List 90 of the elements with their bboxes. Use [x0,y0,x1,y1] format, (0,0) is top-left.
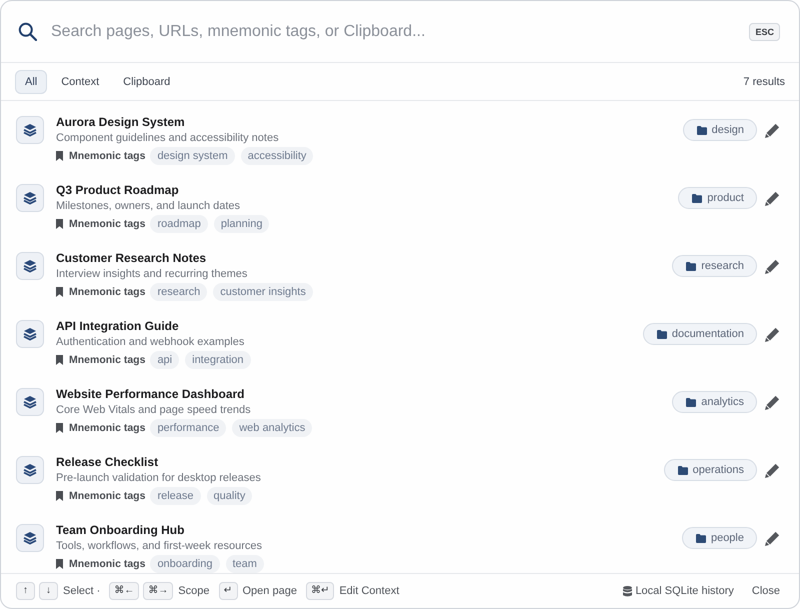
keyboard-key: ⌘↵ [306,582,334,600]
search-icon [18,22,37,41]
folder-button[interactable]: research [672,255,757,277]
bookmark-icon [56,219,63,229]
mnemonic-tag: api [150,351,180,369]
folder-button[interactable]: operations [664,459,757,481]
result-title: Q3 Product Roadmap [56,182,180,198]
folder-icon [678,466,688,474]
layers-icon [16,116,44,144]
keyboard-key: ↓ [39,582,58,600]
filter-tab[interactable]: All [15,70,48,94]
folder-icon [692,194,702,202]
result-description: Component guidelines and accessibility notes [56,131,280,146]
mnemonic-tag: accessibility [240,147,314,165]
bookmark-icon [56,355,63,365]
result-description: Milestones, owners, and launch dates [56,199,242,214]
tags-label: Mnemonic tags [69,218,146,230]
mnemonic-tag: performance [150,419,226,437]
mnemonic-tag: planning [214,215,270,233]
result-description: Pre-launch validation for desktop releases [56,471,262,486]
mnemonic-tag: customer insights [213,283,313,301]
layers-icon [16,456,44,484]
layers-icon [16,524,44,552]
result-description: Tools, workflows, and first-week resources [56,539,264,554]
result-description: Core Web Vitals and page speed trends [56,403,252,418]
shortcut-label: Open page [242,585,297,597]
mnemonic-tag: release [150,487,201,505]
bookmark-icon [56,287,63,297]
layers-icon [16,320,44,348]
folder-icon [686,262,696,270]
result-title: API Integration Guide [56,318,180,334]
keyboard-key: ↵ [218,582,238,600]
folder-icon [656,330,667,338]
result-description: Authentication and webhook examples [56,335,246,350]
mnemonic-tag: onboarding [150,555,220,573]
mnemonic-tag: quality [206,487,252,505]
pencil-icon[interactable] [765,122,780,138]
tags-label: Mnemonic tags [69,354,146,366]
result-title: Release Checklist [56,454,160,470]
folder-button[interactable]: documentation [642,323,757,345]
mnemonic-tag: team [226,555,264,573]
folder-button[interactable]: analytics [672,391,757,413]
pencil-icon[interactable] [765,258,780,274]
history-source: Local SQLite history [635,585,734,597]
filter-tab[interactable]: Clipboard [113,70,180,94]
result-count: 7 results [743,76,785,88]
mnemonic-tag: design system [150,147,235,165]
shortcut-label: Edit Context [339,585,400,597]
keyboard-key: ⌘→ [143,582,174,600]
layers-icon [16,388,44,416]
pencil-icon[interactable] [765,190,780,206]
mnemonic-tag: research [150,283,208,301]
tags-label: Mnemonic tags [69,558,146,570]
database-icon [623,586,632,596]
tags-label: Mnemonic tags [69,490,146,502]
close-button[interactable]: Close [752,585,780,597]
folder-icon [696,126,707,134]
bookmark-icon [56,151,63,161]
bookmark-icon [56,491,63,501]
layers-icon [16,252,44,280]
folder-button[interactable]: design [682,119,757,141]
pencil-icon[interactable] [765,462,780,478]
bookmark-icon [56,559,63,569]
tags-label: Mnemonic tags [69,286,146,298]
result-title: Team Onboarding Hub [56,522,186,538]
search-field[interactable]: Search pages, URLs, mnemonic tags, or Clipboard... [51,18,738,44]
layers-icon [16,184,44,212]
result-title: Customer Research Notes [56,250,208,266]
tags-label: Mnemonic tags [69,422,146,434]
tags-label: Mnemonic tags [69,150,146,162]
bookmark-icon [56,423,63,433]
result-title: Website Performance Dashboard [56,386,246,402]
escape-key[interactable]: ESC [749,22,780,40]
filter-tab[interactable]: Context [51,70,110,94]
pencil-icon[interactable] [765,530,780,546]
pencil-icon[interactable] [765,394,780,410]
folder-icon [686,398,696,406]
keyboard-key: ↑ [16,582,35,600]
pencil-icon[interactable] [765,326,780,342]
keyboard-key: ⌘← [109,582,140,600]
mnemonic-tag: roadmap [150,215,208,233]
result-description: Interview insights and recurring themes [56,267,248,282]
mnemonic-tag: integration [185,351,250,369]
shortcut-label: Scope [178,585,210,597]
shortcut-label: Select · [63,585,100,597]
mnemonic-tag: web analytics [232,419,312,437]
folder-icon [696,534,706,542]
result-title: Aurora Design System [56,114,186,130]
folder-button[interactable]: product [678,187,757,209]
folder-button[interactable]: people [682,527,757,549]
